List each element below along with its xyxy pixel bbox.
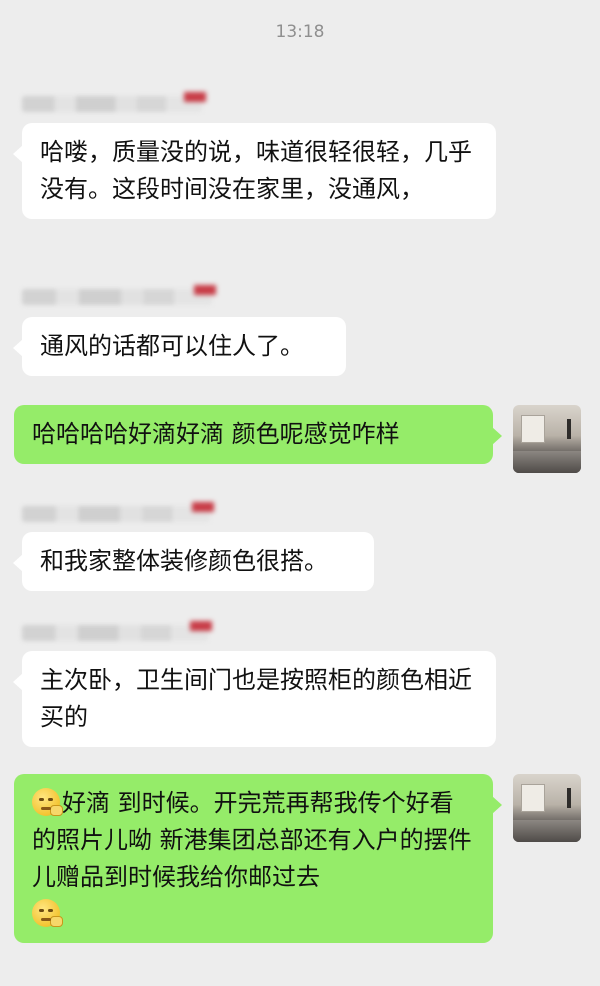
message-text: 哈哈哈哈好滴好滴 颜色呢感觉咋样 [32,420,400,448]
message-text: 和我家整体装修颜色很搭。 [40,547,328,575]
my-avatar[interactable] [513,774,581,842]
message-bubble-3[interactable]: 哈哈哈哈好滴好滴 颜色呢感觉咋样 [14,405,502,464]
message-text: 通风的话都可以住人了。 [40,332,304,360]
sender-name-blurred [22,506,210,522]
timestamp: 13:18 [275,22,325,42]
sender-name-blurred [22,96,202,112]
sender-name-blurred [22,625,208,641]
message-bubble-4[interactable]: 和我家整体装修颜色很搭。 [13,532,374,591]
sender-name-blurred [22,289,212,305]
thinking-emoji-icon [32,899,63,927]
sender-name-blurred [20,972,170,986]
message-bubble-1[interactable]: 哈喽，质量没的说，味道很轻很轻，几乎没有。这段时间没在家里，没通风， [13,123,496,219]
thinking-emoji-icon [32,788,63,816]
message-bubble-2[interactable]: 通风的话都可以住人了。 [13,317,346,376]
my-avatar[interactable] [513,405,581,473]
message-text: 主次卧，卫生间门也是按照柜的颜色相近买的 [40,666,472,731]
message-bubble-6[interactable]: 好滴 到时候。开完荒再帮我传个好看的照片儿呦 新港集团总部还有入户的摆件儿赠品到… [14,774,502,943]
message-text: 哈喽，质量没的说，味道很轻很轻，几乎没有。这段时间没在家里，没通风， [40,138,472,203]
message-text: 好滴 到时候。开完荒再帮我传个好看的照片儿呦 新港集团总部还有入户的摆件儿赠品到… [32,789,472,891]
message-bubble-5[interactable]: 主次卧，卫生间门也是按照柜的颜色相近买的 [13,651,496,747]
